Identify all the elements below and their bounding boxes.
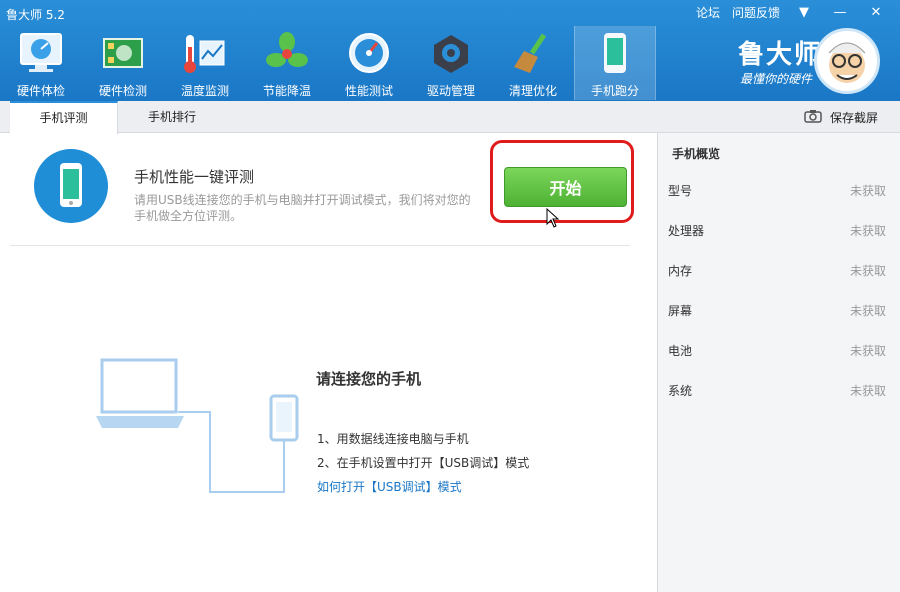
app-title: 鲁大师 5.2 — [6, 8, 65, 22]
tool-label: 手机跑分 — [590, 84, 639, 98]
thermometer-chart-icon — [180, 28, 230, 78]
top-links: 论坛 问题反馈 ▼ — ✕ — [696, 4, 900, 21]
overview-row: 系统 未获取 — [668, 382, 886, 402]
overview-key: 电池 — [668, 344, 693, 358]
forum-link[interactable]: 论坛 — [696, 4, 720, 21]
menu-icon[interactable]: ▼ — [792, 5, 816, 20]
monitor-gauge-icon — [16, 28, 66, 78]
guide-step: 1、用数据线连接电脑与手机 — [317, 432, 469, 446]
overview-row: 型号 未获取 — [668, 182, 886, 202]
overview-row: 电池 未获取 — [668, 342, 886, 362]
overview-key: 屏幕 — [668, 304, 693, 318]
guide-title: 请连接您的手机 — [316, 370, 422, 388]
brand-slogan: 最懂你的硬件 — [740, 72, 813, 86]
speedometer-icon — [344, 28, 394, 78]
usb-debug-help-link[interactable]: 如何打开【USB调试】模式 — [317, 478, 462, 495]
overview-row: 屏幕 未获取 — [668, 302, 886, 322]
tool-label: 性能测试 — [344, 84, 393, 98]
tool-label: 清理优化 — [508, 84, 557, 98]
close-icon[interactable]: ✕ — [864, 5, 888, 20]
overview-row: 处理器 未获取 — [668, 222, 886, 242]
overview-value: 未获取 — [849, 304, 886, 318]
overview-value: 未获取 — [849, 264, 886, 278]
save-screenshot-label: 保存截屏 — [829, 110, 878, 125]
overview-key: 处理器 — [668, 224, 705, 238]
feedback-link[interactable]: 问题反馈 — [732, 4, 780, 21]
tool-phone-benchmark[interactable]: 手机跑分 — [574, 26, 656, 100]
broom-icon — [508, 28, 558, 78]
gear-box-icon — [426, 28, 476, 78]
tool-label: 硬件检测 — [98, 84, 147, 98]
hero-title: 手机性能一键评测 — [134, 168, 255, 186]
tab-bar: 手机评测 手机排行 保存截屏 — [0, 101, 900, 134]
tool-energy-saving[interactable]: 节能降温 — [246, 26, 328, 100]
overview-key: 型号 — [668, 184, 693, 198]
tool-label: 硬件体检 — [16, 84, 65, 98]
tab-phone-ranking[interactable]: 手机排行 — [118, 101, 226, 133]
tool-driver[interactable]: 驱动管理 — [410, 26, 492, 100]
brand-name: 鲁大师 — [738, 40, 823, 70]
brand-area: 鲁大师 最懂你的硬件 — [710, 24, 900, 100]
save-screenshot-button[interactable]: 保存截屏 — [804, 101, 878, 133]
divider — [10, 245, 630, 246]
mouse-cursor-icon — [546, 207, 560, 232]
hero-description: 请用USB线连接您的手机与电脑并打开调试模式，我们将对您的手机做全方位评测。 — [134, 193, 471, 223]
tool-label: 驱动管理 — [426, 84, 475, 98]
start-highlight: 开始 — [490, 140, 634, 223]
overview-title: 手机概览 — [672, 147, 721, 161]
phone-icon — [590, 28, 640, 78]
phone-overview-panel: 手机概览 型号 未获取 处理器 未获取 内存 未获取 屏幕 未获取 电池 未获取… — [657, 133, 900, 592]
tab-phone-evaluation[interactable]: 手机评测 — [10, 101, 118, 134]
tool-temperature[interactable]: 温度监测 — [164, 26, 246, 100]
title-bar: 鲁大师 5.2 论坛 问题反馈 ▼ — ✕ 硬件体检 硬件检测 温度监测 节能降… — [0, 0, 900, 101]
overview-key: 内存 — [668, 264, 693, 278]
circuit-board-icon — [98, 28, 148, 78]
tool-hardware-detect[interactable]: 硬件检测 — [82, 26, 164, 100]
overview-key: 系统 — [668, 384, 693, 398]
overview-value: 未获取 — [849, 184, 886, 198]
tool-hardware-checkup[interactable]: 硬件体检 — [0, 26, 82, 100]
minimize-icon[interactable]: — — [828, 5, 852, 20]
main-panel: 手机性能一键评测 请用USB线连接您的手机与电脑并打开调试模式，我们将对您的手机… — [0, 133, 657, 592]
tool-label: 节能降温 — [262, 84, 311, 98]
overview-row: 内存 未获取 — [668, 262, 886, 282]
camera-icon — [804, 109, 822, 126]
tool-label: 温度监测 — [180, 84, 229, 98]
mascot-avatar — [814, 28, 880, 94]
overview-value: 未获取 — [849, 344, 886, 358]
fan-icon — [262, 28, 312, 78]
tool-cleanup[interactable]: 清理优化 — [492, 26, 574, 100]
overview-value: 未获取 — [849, 384, 886, 398]
tool-performance[interactable]: 性能测试 — [328, 26, 410, 100]
phone-badge-icon — [34, 149, 108, 223]
overview-value: 未获取 — [849, 224, 886, 238]
start-button[interactable]: 开始 — [504, 167, 627, 207]
guide-step: 2、在手机设置中打开【USB调试】模式 — [317, 456, 530, 470]
laptop-phone-illustration — [94, 358, 304, 502]
tool-bar: 硬件体检 硬件检测 温度监测 节能降温 性能测试 驱动管理 清理优化 手机跑分 — [0, 26, 656, 100]
